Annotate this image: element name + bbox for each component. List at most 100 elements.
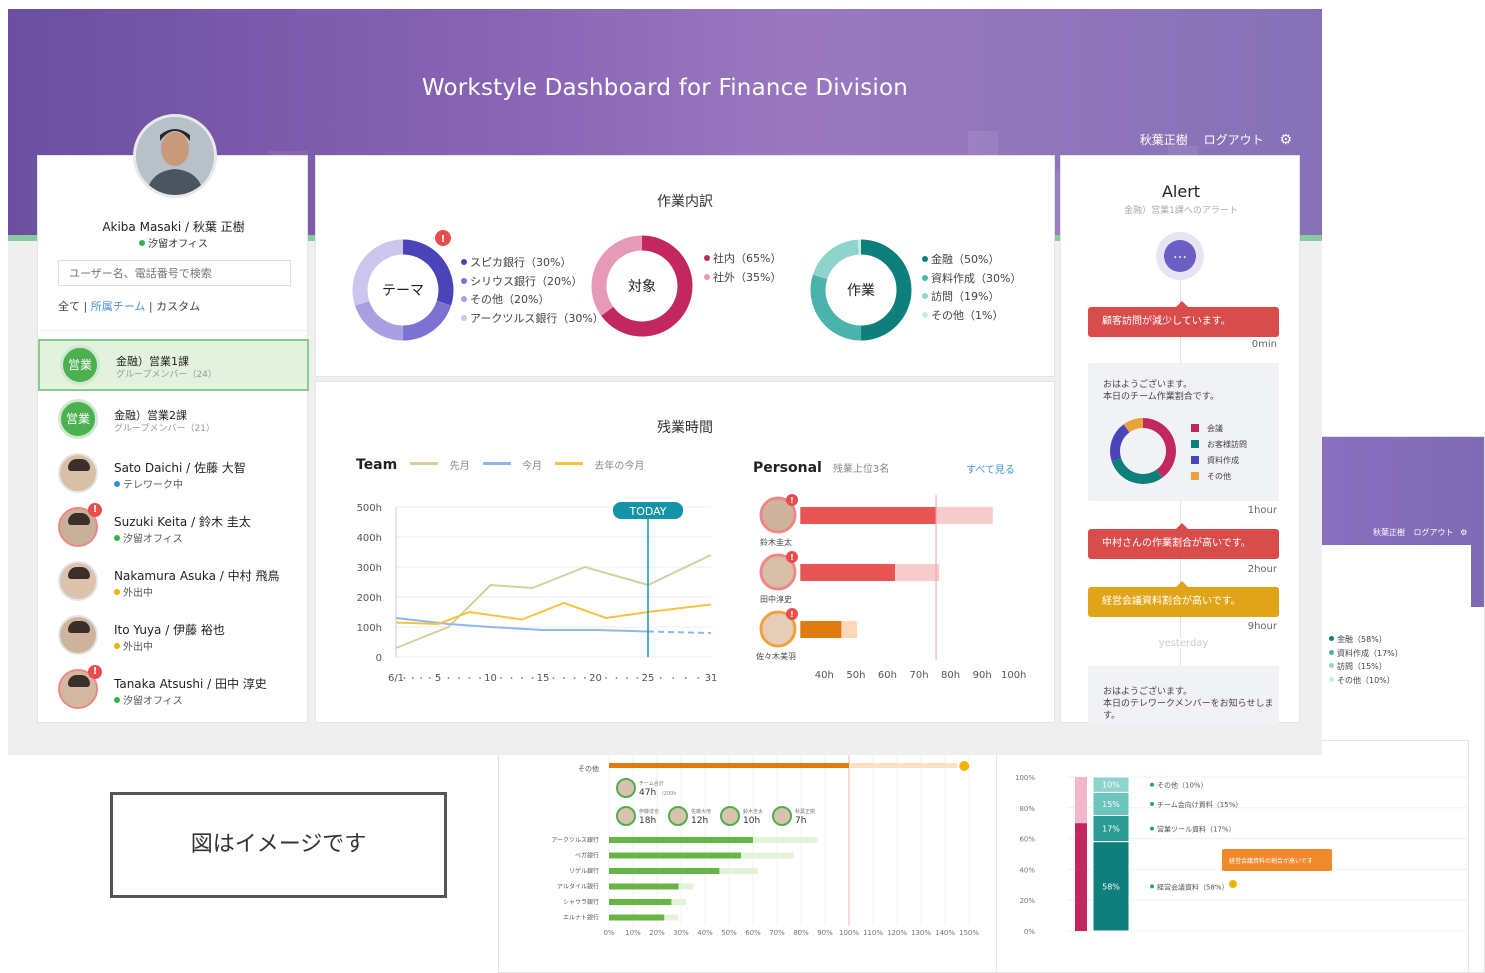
alert-subtitle: 金融）営業1課へのアラート: [1124, 206, 1238, 216]
avatar-hair: [68, 621, 90, 633]
user-row[interactable]: Ito Yuya / 伊藤 裕也 外出中: [38, 609, 309, 661]
donut-legend-item: 金融（50%）: [922, 251, 1021, 270]
bar-value: [609, 837, 753, 843]
user-row[interactable]: ! Suzuki Keita / 鈴木 圭太 汐留オフィス: [38, 501, 309, 553]
user-status-text: 汐留オフィス: [123, 534, 183, 545]
x-tick-dot: [684, 677, 687, 679]
donut-center-label: 作業: [847, 283, 875, 299]
overtime-title: 残業時間: [657, 420, 713, 436]
x-tick-dot: [428, 677, 431, 679]
current-user-name[interactable]: 秋葉正樹: [1140, 133, 1188, 147]
overtime-panel: 残業時間 Team 先月 今月 去年の今月 500h 400h 300h 200h 10…: [315, 381, 1055, 723]
team-ratio-card[interactable]: おはようございます。 本日のチーム作業割合です。 会議 お客様訪問 資料作成 その他: [1088, 363, 1279, 501]
bar-label: エルナト銀行: [563, 914, 599, 922]
alert-badge-text: !: [441, 234, 446, 245]
profile-photo-icon: [136, 117, 214, 195]
warning-icon: [959, 761, 970, 771]
alert-more-button[interactable]: …: [1156, 232, 1204, 280]
alert-item-text: 顧客訪問が減少しています。: [1102, 316, 1231, 327]
donut-legend-item: スピカ銀行（30%）: [461, 254, 604, 273]
x-tick-dot: [403, 677, 406, 679]
secondary-user-name[interactable]: 秋葉正樹: [1373, 528, 1405, 537]
user-status-text: 外出中: [123, 588, 153, 599]
user-name: Sato Daichi / 佐藤 大智: [114, 461, 246, 475]
bar-label: ベガ銀行: [575, 852, 599, 860]
logout-link[interactable]: ログアウト: [1204, 133, 1264, 147]
card-message: 本日のチーム作業割合です。: [1103, 392, 1219, 402]
user-row[interactable]: Nakamura Asuka / 中村 飛鳥外出中: [38, 555, 309, 607]
bar-value: [609, 868, 720, 874]
legend-label: シリウス銀行（20%）: [470, 274, 583, 288]
x-tick-dot: [411, 677, 414, 679]
user-status: 汐留オフィス: [114, 530, 183, 545]
filter-separator: |: [148, 300, 153, 313]
alert-title: Alert: [1161, 182, 1201, 201]
user-search-input[interactable]: [58, 260, 291, 286]
donut-center-label: 対象: [628, 279, 656, 295]
secondary-user-links[interactable]: 秋葉正樹 ログアウト ⚙: [1373, 527, 1467, 538]
filter-all[interactable]: 全て: [58, 300, 80, 313]
secondary-legend-item: その他（10%）: [1329, 674, 1403, 688]
legend-label: その他（20%）: [470, 293, 550, 306]
x-tick-label: 100%: [839, 929, 859, 937]
x-tick-label: 80%: [793, 929, 809, 937]
secondary-gear-icon[interactable]: ⚙: [1460, 528, 1467, 537]
person-name: 佐々木美羽: [756, 651, 796, 661]
telework-card[interactable]: おはようございます。 本日のテレワークメンバーをお知らせします。: [1088, 666, 1279, 724]
y-tick-label: 500h: [357, 503, 382, 514]
alert-time: 2hour: [1247, 564, 1277, 575]
x-tick-dot: [672, 677, 675, 679]
user-name: Nakamura Asuka / 中村 飛鳥: [114, 569, 280, 583]
legend-label: 訪問（19%）: [931, 290, 1000, 303]
legend-dot-icon: [922, 256, 928, 262]
personal-label: Personal: [753, 460, 822, 476]
legend-label: スピカ銀行（30%）: [470, 256, 572, 269]
secondary-logout[interactable]: ログアウト: [1414, 528, 1454, 537]
filter-custom[interactable]: カスタム: [156, 300, 200, 313]
person-name: 田中淳史: [760, 594, 792, 604]
group-row-selected[interactable]: 営業 金融）営業1課 グループメンバー（24）: [38, 339, 309, 391]
person-name: 鈴木圭太: [760, 537, 792, 547]
alert-badge-icon: !: [88, 665, 102, 679]
series-projection-line: [647, 630, 712, 634]
x-tick-dot: [447, 677, 450, 679]
see-all-link[interactable]: すべて見る: [966, 461, 1015, 476]
legend-label: 社内（65%）: [713, 252, 782, 265]
filter-team[interactable]: 所属チーム: [91, 300, 146, 313]
card-greeting: おはようございます。: [1103, 687, 1193, 697]
settings-gear-icon[interactable]: ⚙: [1279, 132, 1292, 148]
group-sales-icon: 営業: [58, 399, 98, 439]
user-row[interactable]: ! Tanaka Atsushi / 田中 淳史 汐留オフィス: [38, 663, 309, 715]
stack-bar-light: [1075, 777, 1087, 824]
legend-dot-icon: [461, 259, 467, 265]
donut-legend-item: 社内（65%）: [704, 250, 781, 269]
legend-dot-icon: [1329, 649, 1334, 655]
alert-panel: Alert 金融）営業1課へのアラート … 顧客訪問が減少しています。 0min…: [1060, 155, 1300, 724]
status-dot-icon: [139, 240, 146, 246]
user-links: 秋葉正樹 ログアウト ⚙: [1128, 131, 1292, 148]
donut-legend: 社内（65%） 社外（35%）: [704, 250, 781, 287]
panel-divider: [38, 330, 309, 331]
legend-label: 資料作成: [1207, 456, 1239, 465]
alert-item-customer-visits[interactable]: 顧客訪問が減少しています。: [1088, 301, 1279, 337]
yesterday-divider: yesterday: [1088, 638, 1279, 649]
alert-time: 9hour: [1247, 621, 1277, 632]
donut-legend-item: 資料作成（30%）: [922, 270, 1021, 289]
profile-status: 汐留オフィス: [38, 235, 309, 250]
secondary-legend-item: 訪問（15%）: [1329, 660, 1403, 674]
profile-status-text: 汐留オフィス: [148, 239, 208, 250]
profile-avatar[interactable]: [133, 114, 217, 198]
work-donut-segment: [812, 239, 860, 280]
alert-item-workload[interactable]: 中村さんの作業割合が高いです。: [1088, 523, 1279, 559]
x-tick-dot: [510, 677, 513, 679]
bar-label: その他: [578, 764, 599, 773]
chip-unit: /200h: [662, 791, 676, 797]
group-row[interactable]: 営業 金融）営業2課 グループメンバー（21）: [38, 393, 309, 445]
image-notice: 図はイメージです: [110, 792, 447, 898]
user-row[interactable]: Sato Daichi / 佐藤 大智 テレワーク中: [38, 447, 309, 499]
x-tick-label: 50%: [721, 929, 737, 937]
y-tick-label: 400h: [357, 533, 382, 544]
user-status-text: 外出中: [123, 642, 153, 653]
alert-item-meeting-docs[interactable]: 経営会議資料割合が高いです。: [1088, 581, 1279, 617]
stack-bar: [1075, 823, 1087, 931]
